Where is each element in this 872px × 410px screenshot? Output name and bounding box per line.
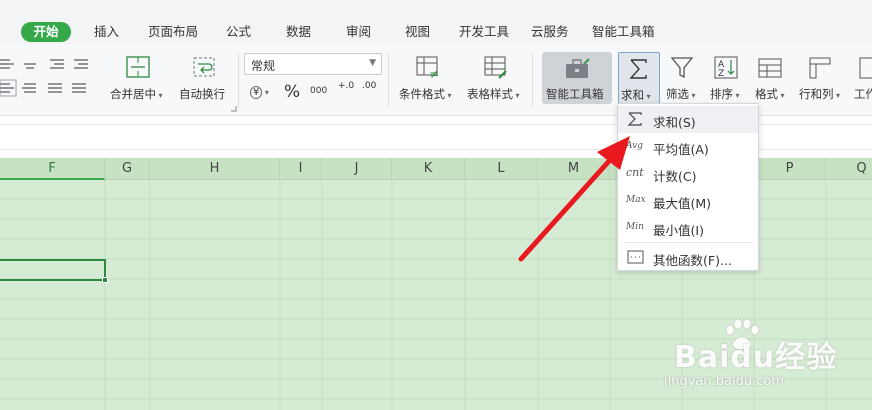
- column-header-h[interactable]: H: [150, 158, 280, 180]
- column-header-q[interactable]: Q: [826, 158, 872, 180]
- tab-smart-toolbox[interactable]: 智能工具箱: [592, 22, 655, 42]
- row-column-button[interactable]: 行和列 ▾: [799, 86, 840, 102]
- conditional-format-button[interactable]: 条件格式 ▾: [399, 86, 452, 102]
- menu-item-more-functions[interactable]: 其他函数(F)...: [618, 244, 758, 271]
- column-header-f[interactable]: F: [0, 158, 105, 180]
- menu-item-min[interactable]: Min 最小值(I): [618, 214, 758, 241]
- table-style-button[interactable]: 表格样式 ▾: [467, 86, 520, 102]
- menu-item-sum[interactable]: 求和(S): [618, 106, 758, 133]
- filter-button[interactable]: 筛选 ▾: [666, 86, 696, 102]
- menu-item-count[interactable]: cnt 计数(C): [618, 160, 758, 187]
- smart-toolbox-label: 智能工具箱: [546, 87, 604, 101]
- autosum-dropdown-menu: 求和(S) Avg 平均值(A) cnt 计数(C) Max 最大值(M) Mi…: [617, 103, 759, 271]
- autosum-label: 求和 ▾: [621, 88, 651, 102]
- dialog-launcher-icon[interactable]: [231, 106, 237, 112]
- column-header-k[interactable]: K: [392, 158, 465, 180]
- number-format-select[interactable]: 常规 ▼: [244, 53, 382, 75]
- table-style-icon: [484, 56, 507, 79]
- alignment-icons[interactable]: [0, 56, 100, 98]
- sort-icon: A Z: [714, 56, 738, 79]
- wrap-text-button[interactable]: 自动换行: [179, 86, 225, 102]
- column-header-i[interactable]: I: [280, 158, 322, 180]
- tab-review[interactable]: 审阅: [346, 22, 371, 42]
- wrap-text-icon: [193, 57, 215, 77]
- sigma-icon: [629, 59, 647, 79]
- ribbon-separator: [532, 52, 533, 108]
- min-icon: Min: [626, 222, 644, 232]
- column-header-m[interactable]: M: [538, 158, 610, 180]
- tab-home[interactable]: 开始: [21, 22, 71, 42]
- worksheet-button[interactable]: 工作: [854, 86, 872, 102]
- chevron-down-icon: ▼: [369, 58, 376, 68]
- svg-text:≠: ≠: [429, 67, 439, 80]
- autosum-button[interactable]: 求和 ▾: [618, 52, 660, 104]
- thousands-separator-button[interactable]: 000: [310, 86, 327, 96]
- ribbon-separator: [388, 52, 389, 108]
- merge-center-button[interactable]: 合并居中 ▾: [110, 86, 163, 102]
- decrease-decimal-button[interactable]: .00: [362, 82, 376, 91]
- tab-cloud-service[interactable]: 云服务: [531, 22, 569, 42]
- ribbon-separator: [238, 52, 239, 108]
- active-cell[interactable]: [0, 259, 108, 283]
- column-header-j[interactable]: J: [322, 158, 392, 180]
- column-header-g[interactable]: G: [105, 158, 150, 180]
- currency-format-button[interactable]: ¥ ▾: [250, 84, 269, 99]
- column-header-l[interactable]: L: [465, 158, 538, 180]
- toolbox-icon: [566, 58, 590, 78]
- tab-page-layout[interactable]: 页面布局: [148, 22, 198, 42]
- conditional-format-icon: ≠: [416, 56, 439, 80]
- fill-handle[interactable]: [102, 277, 108, 283]
- merge-center-icon: [126, 56, 150, 78]
- increase-decimal-button[interactable]: +.0: [338, 82, 354, 91]
- menu-item-average[interactable]: Avg 平均值(A): [618, 133, 758, 160]
- percent-format-button[interactable]: %: [284, 82, 300, 102]
- row-column-icon: [809, 57, 831, 79]
- tab-insert[interactable]: 插入: [94, 22, 119, 42]
- max-icon: Max: [626, 195, 646, 205]
- sort-button[interactable]: 排序 ▾: [710, 86, 740, 102]
- tab-view[interactable]: 视图: [405, 22, 430, 42]
- menu-divider: [624, 242, 754, 243]
- filter-icon: [670, 57, 694, 79]
- smart-toolbox-button[interactable]: 智能工具箱: [542, 52, 612, 104]
- count-icon: cnt: [626, 166, 644, 179]
- sum-icon: [627, 112, 642, 126]
- tab-data[interactable]: 数据: [286, 22, 311, 42]
- column-header-p[interactable]: P: [754, 158, 826, 180]
- format-icon: [758, 58, 782, 78]
- tab-formulas[interactable]: 公式: [226, 22, 251, 42]
- ribbon-tab-bar: 开始 插入 页面布局 公式 数据 审阅 视图 开发工具 云服务 智能工具箱: [0, 0, 872, 44]
- tab-developer[interactable]: 开发工具: [459, 22, 509, 42]
- more-functions-icon: [627, 250, 644, 264]
- format-button[interactable]: 格式 ▾: [755, 86, 785, 102]
- menu-item-max[interactable]: Max 最大值(M): [618, 187, 758, 214]
- average-icon: Avg: [626, 141, 643, 151]
- svg-text:Z: Z: [718, 69, 724, 79]
- worksheet-icon: [859, 57, 872, 79]
